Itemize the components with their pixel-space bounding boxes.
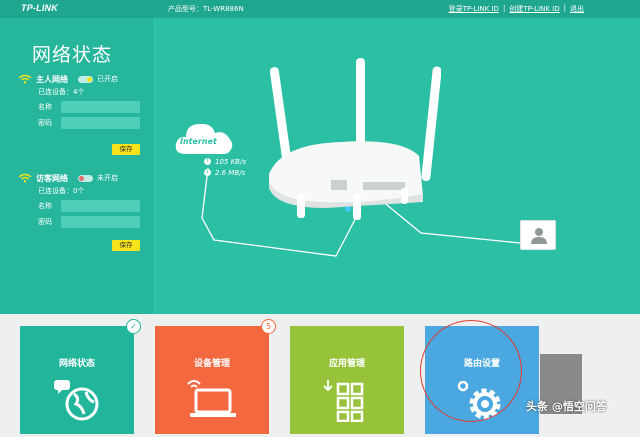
guest-name-label: 名称 [38,202,52,210]
globe-chat-icon [54,380,99,421]
guest-network-status: 未开启 [97,174,118,182]
guest-save-button[interactable]: 保存 [112,240,140,251]
upload-arrow-icon: ↑ [204,158,211,165]
wifi-icon [18,173,32,183]
product-model: 产品型号：TL-WR886N [168,5,244,13]
guest-password-field[interactable] [61,216,140,228]
create-tplink-id-link[interactable]: 创建TP-LINK ID [509,4,559,14]
device-count-badge: 5 [261,319,276,334]
annotation-circle [420,320,522,422]
host-network-toggle[interactable] [78,75,93,83]
router-illustration [269,58,441,220]
speed-readout: ↑ 105 KB/s ↓ 2.6 MB/s [204,156,246,178]
check-badge: ✓ [126,319,141,334]
account-links: 登录TP-LINK ID | 创建TP-LINK ID | 退出 [449,4,584,14]
tile-label: 设备管理 [193,359,230,369]
guest-network-section: 访客网络 未开启 已连设备：0个 名称 密码 保存 [18,172,140,254]
panel-title: 网络状态 [32,44,113,66]
host-name-label: 名称 [38,103,52,111]
download-speed: 2.6 MB/s [215,168,246,177]
tp-link-logo: TP-LINK [21,3,58,13]
watermark: 头条 @悟空问答 [526,400,607,413]
guest-connected-devices: 已连设备：0个 [38,187,85,195]
network-status-panel: 网络状态 主人网络 已开启 已连设备：4个 名称 密码 保存 访客网络 未开启 … [0,18,155,314]
link-separator: | [502,4,506,12]
host-password-field[interactable] [61,117,140,129]
client-device [520,220,556,250]
download-arrow-icon: ↓ [204,169,211,176]
host-connected-devices: 已连设备：4个 [38,88,85,96]
top-bar: TP-LINK 产品型号：TL-WR886N 登录TP-LINK ID | 创建… [0,0,640,18]
user-icon [531,228,547,244]
internet-label: Internet [180,137,217,146]
bottom-menu: ✓ 网络状态 5 设备管理 应用管理 路由设置 头条 @悟空问答 [0,314,640,437]
host-password-label: 密码 [38,119,52,127]
tile-network-status[interactable]: ✓ 网络状态 [20,319,141,434]
tile-device-management[interactable]: 5 设备管理 [155,319,276,434]
tile-label: 网络状态 [58,359,95,369]
link-separator: | [563,4,566,12]
laptop-wifi-icon [187,380,236,417]
tile-app-management[interactable]: 应用管理 [290,326,404,434]
wifi-icon [18,74,32,84]
guest-ssid-field[interactable] [61,200,140,212]
host-ssid-field[interactable] [61,101,140,113]
tile-label: 应用管理 [328,359,365,369]
guest-network-name: 访客网络 [36,173,68,183]
host-network-name: 主人网络 [36,74,68,84]
host-network-section: 主人网络 已开启 已连设备：4个 名称 密码 保存 [18,73,140,155]
login-tplink-id-link[interactable]: 登录TP-LINK ID [449,4,499,14]
host-network-status: 已开启 [97,75,118,83]
guest-network-toggle[interactable] [78,174,93,182]
exit-link[interactable]: 退出 [570,4,584,14]
apps-grid-icon [323,380,364,422]
upload-speed: 105 KB/s [215,157,246,166]
host-save-button[interactable]: 保存 [112,144,140,155]
network-diagram: Internet ↑ 105 KB/s ↓ 2.6 MB/s [156,18,640,314]
guest-password-label: 密码 [38,218,52,226]
